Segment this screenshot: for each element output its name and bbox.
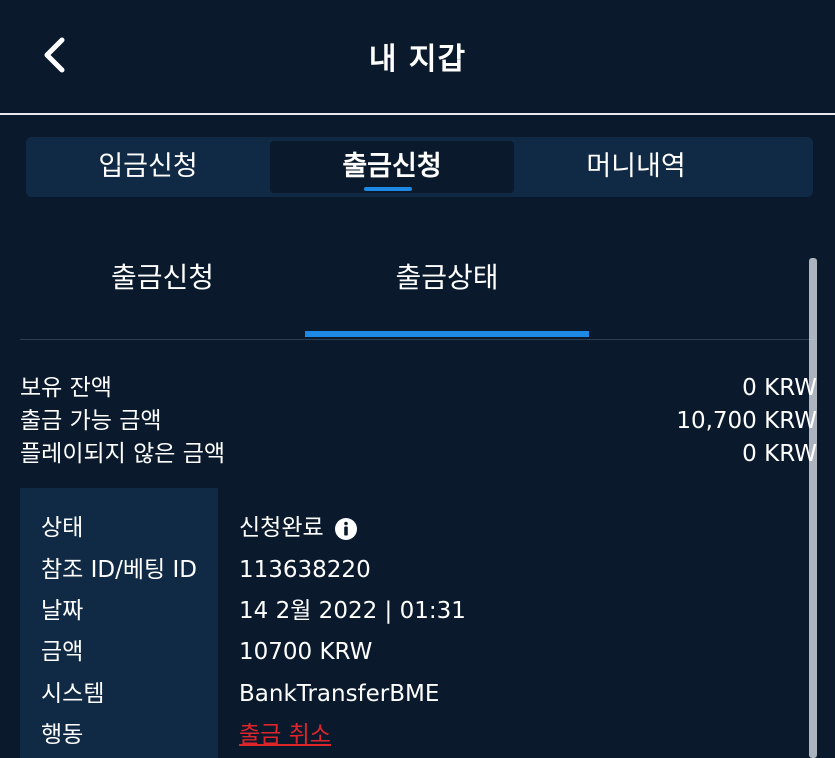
detail-row-status: 상태 신청완료: [20, 508, 817, 549]
detail-value: 113638220: [239, 557, 371, 583]
detail-label: 시스템: [41, 681, 105, 707]
page-title: 내 지갑: [368, 42, 467, 77]
balance-summary: 보유 잔액 0 KRW 출금 가능 금액 10,700 KRW 플레이되지 않은…: [20, 372, 817, 471]
detail-label: 행동: [41, 722, 84, 748]
balance-row-withdrawable: 출금 가능 금액 10,700 KRW: [20, 405, 817, 438]
balance-value: 10,700 KRW: [676, 408, 817, 434]
sub-tab-bar: 출금신청 출금상태: [20, 240, 817, 340]
header: 내 지갑: [0, 0, 835, 115]
detail-row-date: 날짜 14 2월 2022 | 01:31: [20, 591, 817, 632]
balance-value: 0 KRW: [742, 441, 817, 467]
balance-value: 0 KRW: [742, 375, 817, 401]
detail-value-status: 신청완료: [239, 508, 358, 549]
detail-row-action: 행동 출금 취소: [20, 715, 817, 756]
tab-money-history[interactable]: 머니내역: [514, 141, 758, 193]
balance-label: 플레이되지 않은 금액: [20, 441, 226, 467]
balance-label: 출금 가능 금액: [20, 408, 162, 434]
tab-deposit-request[interactable]: 입금신청: [26, 141, 270, 193]
balance-row-held: 보유 잔액 0 KRW: [20, 372, 817, 405]
detail-row-reference: 참조 ID/베팅 ID 113638220: [20, 550, 817, 591]
detail-value: BankTransferBME: [239, 681, 440, 707]
cancel-withdrawal-link[interactable]: 출금 취소: [239, 715, 331, 756]
detail-label: 참조 ID/베팅 ID: [41, 557, 197, 583]
detail-label: 날짜: [41, 598, 84, 624]
main-tab-bar: 입금신청 출금신청 머니내역: [26, 137, 813, 197]
tab-withdraw-request-label: 출금신청: [342, 151, 442, 182]
subtab-withdraw-status[interactable]: 출금상태: [305, 256, 589, 316]
active-subtab-indicator: [305, 331, 589, 337]
status-value: 신청완료: [239, 515, 324, 541]
tab-withdraw-request[interactable]: 출금신청: [270, 141, 514, 193]
active-tab-underline: [364, 187, 412, 191]
subtab-withdraw-request[interactable]: 출금신청: [20, 256, 305, 316]
detail-row-system: 시스템 BankTransferBME: [20, 674, 817, 715]
balance-row-unplayed: 플레이되지 않은 금액 0 KRW: [20, 438, 817, 471]
detail-row-amount: 금액 10700 KRW: [20, 632, 817, 673]
detail-value: 10700 KRW: [239, 639, 373, 665]
detail-value: 14 2월 2022 | 01:31: [239, 598, 466, 624]
detail-value-action: 출금 취소: [239, 715, 331, 756]
detail-label: 금액: [41, 639, 84, 665]
info-icon[interactable]: [334, 517, 358, 541]
detail-label: 상태: [41, 515, 84, 541]
wallet-screen: 내 지갑 입금신청 출금신청 머니내역 출금신청 출금상태 보유 잔액 0 KR…: [0, 0, 835, 758]
balance-label: 보유 잔액: [20, 375, 112, 401]
withdrawal-details: 상태 신청완료 참조 ID/베팅 ID 113638220 날짜 14 2월 2…: [20, 488, 817, 758]
